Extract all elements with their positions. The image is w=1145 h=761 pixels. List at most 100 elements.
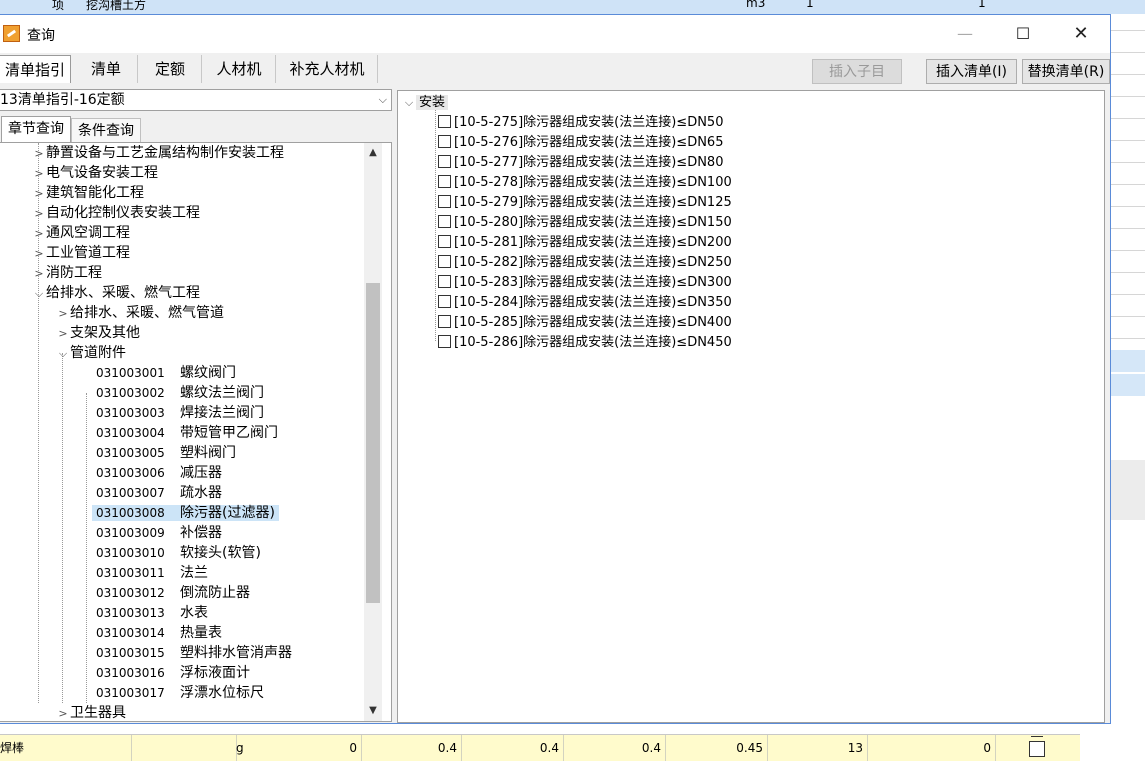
checkbox[interactable] xyxy=(438,155,451,168)
chevron-right-icon[interactable]: > xyxy=(32,184,46,204)
tab-quota[interactable]: 定额 xyxy=(139,55,202,83)
tab-labor-material-machine[interactable]: 人材机 xyxy=(203,55,276,83)
quota-item[interactable]: [10-5-282]除污器组成安装(法兰连接)≤DN250 xyxy=(438,253,732,273)
tree-leaf[interactable]: 031003014 热量表 xyxy=(96,623,222,643)
bg-cell: 项 xyxy=(52,0,65,12)
tree-leaf[interactable]: 031003007 疏水器 xyxy=(96,483,222,503)
insert-child-button[interactable]: 插入子目 xyxy=(812,59,902,84)
tab-chapter-search[interactable]: 章节查询 xyxy=(1,116,71,143)
tree-item[interactable]: > 自动化控制仪表安装工程 xyxy=(32,203,200,223)
chevron-right-icon[interactable]: > xyxy=(32,164,46,184)
tree-leaf[interactable]: 031003005 塑料阀门 xyxy=(96,443,236,463)
checkbox[interactable] xyxy=(438,255,451,268)
tree-item-expanded[interactable]: ⌵ 管道附件 xyxy=(56,343,126,363)
tree-leaf[interactable]: 031003009 补偿器 xyxy=(96,523,222,543)
tree-item[interactable]: > 工业管道工程 xyxy=(32,243,130,263)
tree-item[interactable]: > 建筑智能化工程 xyxy=(32,183,144,203)
tab-list[interactable]: 清单 xyxy=(75,55,138,83)
tree-item-expanded[interactable]: ⌵ 给排水、采暖、燃气工程 xyxy=(32,283,200,303)
quota-item[interactable]: [10-5-284]除污器组成安装(法兰连接)≤DN350 xyxy=(438,293,732,313)
quota-item[interactable]: [10-5-285]除污器组成安装(法兰连接)≤DN400 xyxy=(438,313,732,333)
checkbox[interactable] xyxy=(438,115,451,128)
tree-scrollbar[interactable]: ▲ ▼ xyxy=(364,143,382,721)
tree-item[interactable]: > 支架及其他 xyxy=(56,323,140,343)
background-table-bottom-row[interactable]: 焊棒 g 0 0.4 0.4 0.4 0.45 13 0 xyxy=(0,734,1080,761)
chevron-down-icon[interactable]: ⌵ xyxy=(56,344,70,364)
checkbox[interactable] xyxy=(438,175,451,188)
tree-leaf[interactable]: 031003012 倒流防止器 xyxy=(96,583,250,603)
tree-leaf-selected[interactable]: 031003008 除污器(过滤器) xyxy=(92,503,279,523)
quota-item[interactable]: [10-5-286]除污器组成安装(法兰连接)≤DN450 xyxy=(438,333,732,353)
leaf-code: 031003017 xyxy=(96,686,165,700)
quota-item-label: [10-5-283]除污器组成安装(法兰连接)≤DN300 xyxy=(454,275,732,290)
title-bar[interactable]: 查询 — ☐ ✕ xyxy=(0,15,1110,53)
minimize-button[interactable]: — xyxy=(942,15,988,53)
checkbox[interactable] xyxy=(438,135,451,148)
quota-item[interactable]: [10-5-277]除污器组成安装(法兰连接)≤DN80 xyxy=(438,153,723,173)
quota-item[interactable]: [10-5-279]除污器组成安装(法兰连接)≤DN125 xyxy=(438,193,732,213)
tree-root[interactable]: ⌵ 安装 xyxy=(402,93,449,113)
checkbox[interactable] xyxy=(438,335,451,348)
tree-leaf[interactable]: 031003010 软接头(软管) xyxy=(96,543,261,563)
leaf-name: 螺纹阀门 xyxy=(180,365,236,381)
chevron-right-icon[interactable]: > xyxy=(32,204,46,224)
chevron-right-icon[interactable]: > xyxy=(32,144,46,164)
tree-leaf[interactable]: 031003006 减压器 xyxy=(96,463,222,483)
quota-item[interactable]: [10-5-276]除污器组成安装(法兰连接)≤DN65 xyxy=(438,133,723,153)
tree-item[interactable]: > 卫生器具 xyxy=(56,703,126,721)
chevron-right-icon[interactable]: > xyxy=(32,224,46,244)
tree-item[interactable]: > 消防工程 xyxy=(32,263,102,283)
quota-item[interactable]: [10-5-280]除污器组成安装(法兰连接)≤DN150 xyxy=(438,213,732,233)
quota-item-label: [10-5-281]除污器组成安装(法兰连接)≤DN200 xyxy=(454,235,732,250)
close-button[interactable]: ✕ xyxy=(1058,15,1104,53)
chevron-down-icon[interactable]: ⌵ xyxy=(379,90,387,110)
chevron-right-icon[interactable]: > xyxy=(56,304,70,324)
leaf-code: 031003007 xyxy=(96,486,165,500)
insert-list-button[interactable]: 插入清单(I) xyxy=(926,59,1017,84)
quota-item[interactable]: [10-5-283]除污器组成安装(法兰连接)≤DN300 xyxy=(438,273,732,293)
tree-leaf[interactable]: 031003013 水表 xyxy=(96,603,208,623)
checkbox[interactable] xyxy=(438,315,451,328)
quota-item[interactable]: [10-5-281]除污器组成安装(法兰连接)≤DN200 xyxy=(438,233,732,253)
chevron-right-icon[interactable]: > xyxy=(56,704,70,721)
tree-leaf[interactable]: 031003011 法兰 xyxy=(96,563,208,583)
tree-leaf[interactable]: 031003001 螺纹阀门 xyxy=(96,363,236,383)
tree-leaf[interactable]: 031003017 浮漂水位标尺 xyxy=(96,683,264,703)
scrollbar-thumb[interactable] xyxy=(366,283,380,603)
scroll-down-icon[interactable]: ▼ xyxy=(364,703,382,719)
quota-item[interactable]: [10-5-275]除污器组成安装(法兰连接)≤DN50 xyxy=(438,113,723,133)
tree-item-label: 电气设备安装工程 xyxy=(46,165,158,181)
tree-leaf[interactable]: 031003002 螺纹法兰阀门 xyxy=(96,383,264,403)
leaf-name: 焊接法兰阀门 xyxy=(180,405,264,421)
maximize-button[interactable]: ☐ xyxy=(1000,15,1046,53)
tree-item[interactable]: > 电气设备安装工程 xyxy=(32,163,158,183)
leaf-name: 倒流防止器 xyxy=(180,585,250,601)
chevron-right-icon[interactable]: > xyxy=(32,264,46,284)
checkbox[interactable] xyxy=(438,275,451,288)
tree-item[interactable]: > 给排水、采暖、燃气管道 xyxy=(56,303,224,323)
chevron-down-icon[interactable]: ⌵ xyxy=(32,284,46,304)
tab-list-guide[interactable]: 清单指引 xyxy=(0,55,71,83)
chevron-down-icon[interactable]: ⌵ xyxy=(402,93,416,113)
tree-leaf[interactable]: 031003003 焊接法兰阀门 xyxy=(96,403,264,423)
checkbox[interactable] xyxy=(438,215,451,228)
replace-list-button[interactable]: 替换清单(R) xyxy=(1022,59,1110,84)
bg-checkbox[interactable] xyxy=(1029,741,1045,757)
tab-supplement-lmm[interactable]: 补充人材机 xyxy=(277,55,378,83)
left-panel: 13清单指引-16定额 ⌵ 章节查询 条件查询 > 静置设备与工艺金属结构制作安装… xyxy=(0,87,393,723)
tree-item[interactable]: > 通风空调工程 xyxy=(32,223,130,243)
scroll-up-icon[interactable]: ▲ xyxy=(364,145,382,161)
tree-item[interactable]: > 静置设备与工艺金属结构制作安装工程 xyxy=(32,143,284,163)
tree-leaf[interactable]: 031003015 塑料排水管消声器 xyxy=(96,643,292,663)
quota-item[interactable]: [10-5-278]除污器组成安装(法兰连接)≤DN100 xyxy=(438,173,732,193)
tree-leaf[interactable]: 031003004 带短管甲乙阀门 xyxy=(96,423,278,443)
checkbox[interactable] xyxy=(438,235,451,248)
chevron-right-icon[interactable]: > xyxy=(56,324,70,344)
tree-leaf[interactable]: 031003016 浮标液面计 xyxy=(96,663,250,683)
guide-select[interactable]: 13清单指引-16定额 ⌵ xyxy=(0,89,392,111)
checkbox[interactable] xyxy=(438,295,451,308)
checkbox[interactable] xyxy=(438,195,451,208)
tab-condition-search[interactable]: 条件查询 xyxy=(71,118,141,143)
chevron-right-icon[interactable]: > xyxy=(32,244,46,264)
leaf-name: 法兰 xyxy=(180,565,208,581)
